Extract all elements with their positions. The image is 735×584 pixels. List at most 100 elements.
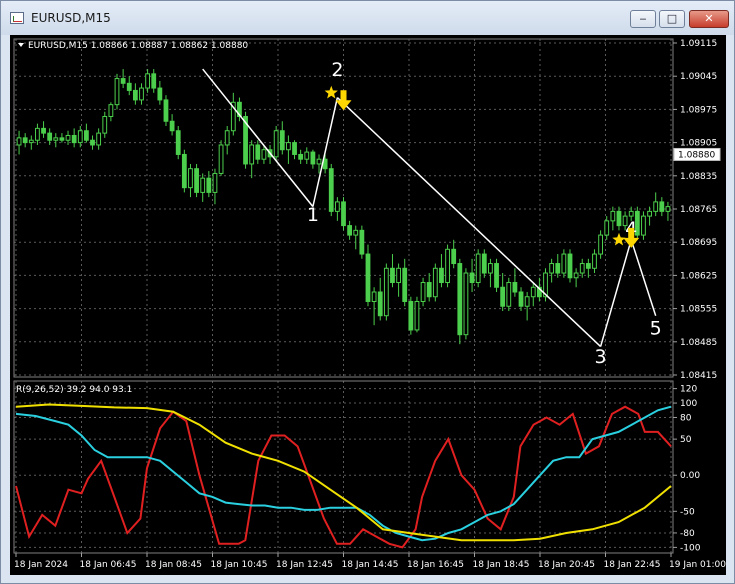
candle-body: [108, 104, 114, 118]
window-title: EURUSD,M15: [31, 11, 111, 25]
candle-body: [224, 130, 230, 146]
candle-body: [96, 132, 102, 146]
candle-body: [102, 116, 108, 134]
wave-labels: 21435: [307, 59, 662, 368]
candle-body: [402, 267, 408, 302]
candle-body: [463, 272, 469, 336]
candle-body: [28, 139, 34, 144]
candle-body: [414, 300, 420, 331]
price-tick-label: 1.08555: [680, 305, 717, 315]
time-tick-label: 18 Jan 10:45: [211, 560, 268, 570]
candle-body: [249, 144, 255, 165]
candle-body: [77, 130, 83, 144]
candle-body: [175, 130, 181, 155]
candle-body: [371, 291, 377, 302]
price-tick-label: 1.09115: [680, 39, 717, 49]
indicator-tick-label: 50: [680, 435, 692, 445]
candle-body: [83, 130, 89, 141]
candle-body: [194, 168, 199, 193]
time-axis: 18 Jan 2024 18 Jan 06:45 18 Jan 08:45 18 Ja…: [14, 553, 726, 570]
price-y-axis: 1.09115 1.09045 1.08975 1.08905 1.08835 1.087…: [673, 39, 717, 381]
indicator-tick-label: 0.00: [680, 471, 700, 481]
candle-body: [218, 144, 224, 174]
candle-body: [598, 234, 604, 255]
candle-body: [383, 267, 389, 317]
candle-body: [71, 134, 77, 144]
zigzag-segment: [336, 96, 602, 348]
candle-body: [47, 132, 53, 141]
candle-body: [261, 149, 267, 160]
candle-body: [592, 253, 597, 269]
candle-body: [432, 267, 438, 298]
current-price-label: 1.08880: [678, 150, 715, 160]
chart-canvas[interactable]: 21435 1.091151.090451.089751.089051.0883…: [10, 35, 726, 575]
candle-body: [292, 142, 297, 155]
time-tick-label: 18 Jan 08:45: [145, 560, 202, 570]
candle-body: [353, 229, 359, 236]
close-button[interactable]: ✕: [689, 10, 729, 28]
candle-body: [665, 206, 671, 212]
time-tick-label: 18 Jan 22:45: [604, 560, 661, 570]
candle-body: [334, 201, 340, 212]
indicator-tick-label: -80: [680, 529, 695, 539]
price-tick-label: 1.08835: [680, 172, 717, 182]
time-tick-label: 18 Jan 20:45: [538, 560, 595, 570]
candle-body: [628, 210, 634, 217]
candle-body: [488, 263, 493, 274]
candle-body: [475, 253, 481, 284]
candle-body: [530, 286, 536, 298]
signal-markers: [324, 85, 640, 248]
candle-body: [439, 267, 444, 284]
candle-body: [420, 282, 426, 302]
candle-body: [126, 82, 132, 91]
candle-body: [512, 282, 518, 293]
zigzag-segment: [312, 97, 339, 207]
chart-svg[interactable]: 21435 1.091151.090451.089751.089051.0883…: [10, 35, 726, 575]
candle-body: [610, 210, 616, 222]
candle-body: [451, 248, 457, 265]
time-tick-label: 18 Jan 06:45: [80, 560, 137, 570]
window-titlebar[interactable]: EURUSD,M15 ‒ □ ✕: [1, 1, 734, 35]
candle-body: [445, 248, 450, 284]
candle-body: [365, 253, 371, 302]
indicator-tick-label: -100: [680, 543, 701, 553]
candle-body: [469, 272, 475, 284]
time-tick-label: 18 Jan 12:45: [276, 560, 333, 570]
minimize-button[interactable]: ‒: [630, 10, 656, 28]
candle-body: [139, 87, 144, 101]
candle-body: [304, 151, 310, 160]
candle-body: [585, 263, 591, 269]
price-tick-label: 1.09045: [680, 72, 717, 82]
candle-body: [390, 267, 395, 284]
price-tick-label: 1.08485: [680, 338, 717, 348]
wave-label: 1: [307, 204, 319, 226]
candle-body: [53, 137, 59, 141]
indicator-tick-label: 100: [680, 399, 697, 409]
candle-body: [518, 291, 524, 307]
candle-body: [298, 153, 304, 160]
indicator-tick-label: -50: [680, 507, 695, 517]
chart-menu-arrow-icon[interactable]: [18, 43, 24, 47]
indicator-tick-label: 120: [680, 385, 697, 395]
price-tick-label: 1.08625: [680, 271, 717, 281]
maximize-button[interactable]: □: [659, 10, 685, 28]
candle-body: [279, 130, 285, 151]
candle-body: [286, 142, 291, 151]
candle-body: [328, 168, 334, 212]
candle-body: [604, 220, 610, 236]
indicator-series: [15, 403, 672, 549]
arrow-down-marker-icon: [335, 90, 352, 111]
candle-body: [200, 177, 206, 193]
indicator-tick-label: 80: [680, 413, 692, 423]
candle-body: [163, 99, 169, 122]
price-tick-label: 1.08905: [680, 139, 717, 149]
candle-body: [426, 282, 432, 298]
star-marker-icon: [612, 232, 626, 246]
candle-body: [16, 137, 22, 146]
zigzag-segment: [202, 68, 314, 208]
candle-body: [524, 296, 530, 307]
candle-body: [41, 127, 46, 134]
candle-body: [647, 210, 652, 217]
time-tick-label: 19 Jan 01:00: [669, 560, 726, 570]
candle-body: [120, 78, 126, 84]
